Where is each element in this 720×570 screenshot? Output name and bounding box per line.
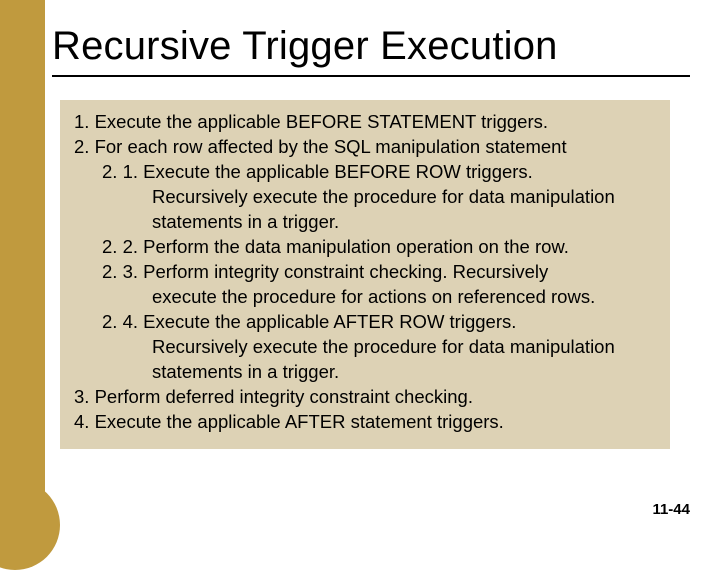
content-line: execute the procedure for actions on ref… — [74, 285, 656, 310]
content-line: 2. 3. Perform integrity constraint check… — [74, 260, 656, 285]
content-line: statements in a trigger. — [74, 210, 656, 235]
slide-title: Recursive Trigger Execution — [52, 24, 690, 75]
content-line: Recursively execute the procedure for da… — [74, 185, 656, 210]
content-line: 2. 2. Perform the data manipulation oper… — [74, 235, 656, 260]
content-line: Recursively execute the procedure for da… — [74, 335, 656, 360]
title-block: Recursive Trigger Execution — [52, 24, 690, 77]
content-line: 4. Execute the applicable AFTER statemen… — [74, 410, 656, 435]
accent-circle — [0, 480, 60, 570]
content-line: 2. 4. Execute the applicable AFTER ROW t… — [74, 310, 656, 335]
title-underline — [52, 75, 690, 77]
accent-sidebar — [0, 0, 45, 540]
page-number: 11-44 — [652, 501, 690, 518]
content-line: 3. Perform deferred integrity constraint… — [74, 385, 656, 410]
content-line: 2. 1. Execute the applicable BEFORE ROW … — [74, 160, 656, 185]
content-box: 1. Execute the applicable BEFORE STATEME… — [60, 100, 670, 449]
content-line: 1. Execute the applicable BEFORE STATEME… — [74, 110, 656, 135]
content-line: statements in a trigger. — [74, 360, 656, 385]
content-line: 2. For each row affected by the SQL mani… — [74, 135, 656, 160]
